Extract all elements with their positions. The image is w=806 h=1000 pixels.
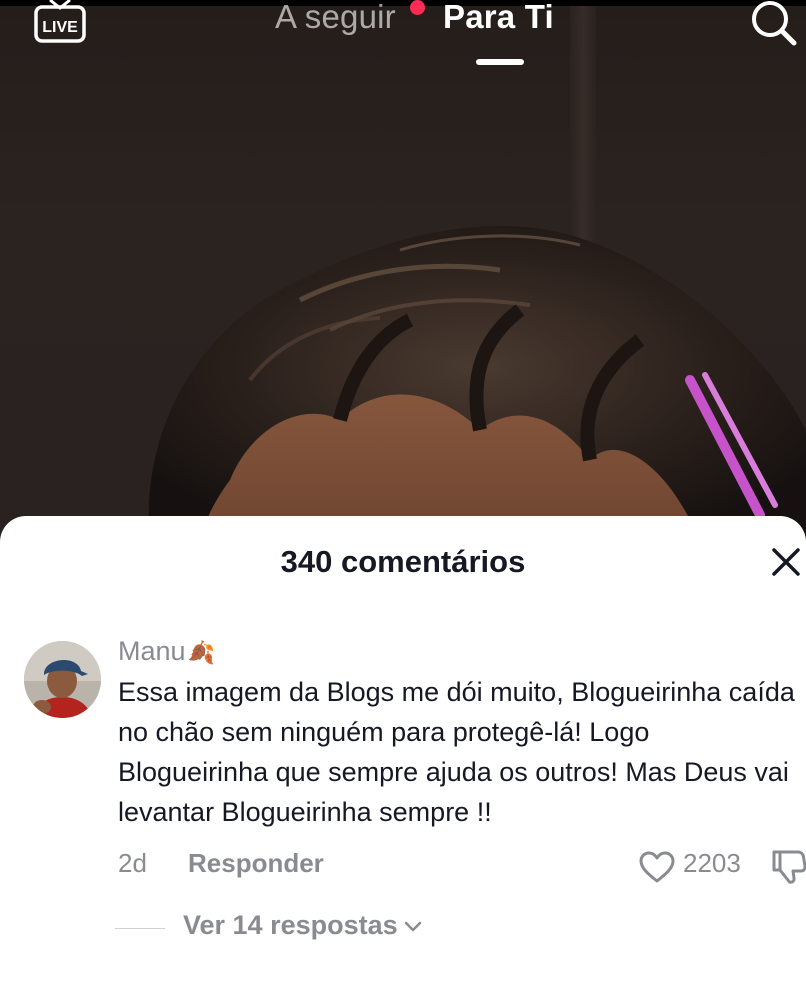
active-tab-indicator (476, 59, 524, 65)
dislike-button[interactable] (770, 846, 806, 886)
like-button[interactable] (638, 850, 676, 884)
replies-divider-line (115, 928, 165, 929)
comment-line: levantar Blogueirinha sempre !! (118, 797, 492, 827)
close-comments-button[interactable] (768, 544, 804, 580)
notification-dot (410, 0, 425, 15)
comment-line: no chão sem ninguém para protegê-lá! Log… (118, 717, 650, 747)
comment-username[interactable]: Manu🍂 (118, 636, 215, 667)
avatar[interactable] (24, 641, 101, 718)
tab-for-you[interactable]: Para Ti (443, 0, 554, 36)
reply-button[interactable]: Responder (188, 848, 324, 879)
view-replies-label: Ver 14 respostas (183, 910, 398, 940)
comments-sheet: 340 comentários Manu🍂 Essa imagem da Blo… (0, 516, 806, 1000)
thumbs-down-icon (772, 850, 806, 884)
status-strip (0, 0, 806, 6)
live-button[interactable]: LIVE (34, 0, 86, 46)
chevron-down-icon (404, 921, 421, 932)
live-tv-icon: LIVE (34, 0, 86, 43)
comment-text: Essa imagem da Blogs me dói muito, Blogu… (118, 672, 806, 832)
username-text: Manu (118, 636, 186, 666)
comments-count-title: 340 comentários (280, 544, 526, 579)
search-icon (752, 1, 797, 46)
comment-line: Blogueirinha que sempre ajuda os outros!… (118, 757, 789, 787)
comment-line: Essa imagem da Blogs me dói muito, Blogu… (118, 677, 795, 707)
view-replies-button[interactable]: Ver 14 respostas (183, 910, 422, 941)
video-frame-image (148, 225, 806, 540)
close-icon (772, 548, 800, 576)
search-button[interactable] (748, 0, 800, 48)
live-label: LIVE (42, 19, 78, 36)
heart-icon (639, 851, 675, 883)
username-emoji: 🍂 (187, 640, 215, 665)
comment-age: 2d (118, 848, 147, 878)
like-count: 2203 (683, 848, 741, 878)
avatar-image (24, 641, 101, 718)
tab-following[interactable]: A seguir (275, 0, 396, 36)
video-player[interactable] (0, 0, 806, 540)
top-navigation: LIVE A seguir Para Ti (0, 0, 806, 80)
